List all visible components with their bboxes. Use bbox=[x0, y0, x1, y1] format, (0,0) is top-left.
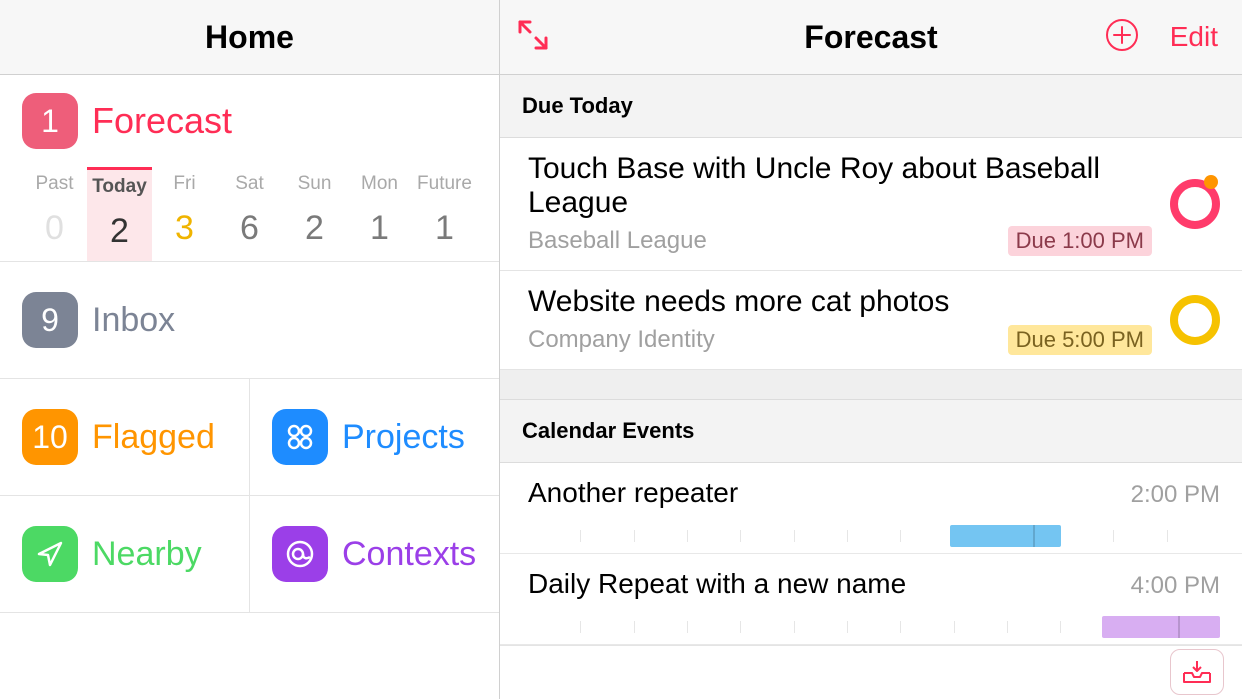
day-sat[interactable]: Sat 6 bbox=[217, 167, 282, 261]
task-project: Baseball League bbox=[528, 227, 707, 255]
forecast-day-strip: Past 0 Today 2 Fri 3 Sat 6 bbox=[22, 167, 477, 261]
section-gap bbox=[500, 370, 1242, 400]
day-sun[interactable]: Sun 2 bbox=[282, 167, 347, 261]
contexts-icon bbox=[272, 526, 328, 582]
contexts-label: Contexts bbox=[342, 535, 476, 574]
task-row[interactable]: Touch Base with Uncle Roy about Baseball… bbox=[500, 138, 1242, 271]
home-header: Home bbox=[0, 0, 499, 75]
day-count: 1 bbox=[347, 209, 412, 248]
inbox-tile[interactable]: 9 Inbox bbox=[0, 262, 499, 378]
day-past[interactable]: Past 0 bbox=[22, 167, 87, 261]
section-due-today: Due Today bbox=[500, 75, 1242, 138]
projects-icon bbox=[272, 409, 328, 465]
task-status-ring-icon[interactable] bbox=[1170, 179, 1220, 229]
task-body: Website needs more cat photos Company Id… bbox=[528, 285, 1152, 355]
bottom-toolbar bbox=[500, 645, 1242, 699]
event-timeline bbox=[528, 610, 1220, 644]
home-pane: Home 1 Forecast Past 0 Today 2 bbox=[0, 0, 500, 699]
task-title: Website needs more cat photos bbox=[528, 285, 1152, 319]
event-bar bbox=[1102, 616, 1220, 638]
add-button[interactable] bbox=[1104, 17, 1140, 58]
day-count: 2 bbox=[87, 212, 152, 251]
event-bar-marker bbox=[1178, 616, 1180, 638]
event-head: Daily Repeat with a new name 4:00 PM bbox=[528, 568, 1220, 600]
task-project: Company Identity bbox=[528, 326, 715, 354]
day-count: 1 bbox=[412, 209, 477, 248]
day-fri[interactable]: Fri 3 bbox=[152, 167, 217, 261]
edit-button[interactable]: Edit bbox=[1170, 21, 1218, 53]
task-meta: Company Identity Due 5:00 PM bbox=[528, 325, 1152, 355]
day-count: 0 bbox=[22, 209, 87, 248]
inbox-label: Inbox bbox=[92, 301, 175, 340]
event-bar-marker bbox=[1033, 525, 1035, 547]
app-root: Home 1 Forecast Past 0 Today 2 bbox=[0, 0, 1242, 699]
task-due-badge: Due 5:00 PM bbox=[1008, 325, 1152, 355]
day-count: 2 bbox=[282, 209, 347, 248]
day-name: Mon bbox=[347, 173, 412, 195]
task-body: Touch Base with Uncle Roy about Baseball… bbox=[528, 152, 1152, 256]
contexts-tile[interactable]: Contexts bbox=[249, 496, 499, 612]
day-count: 3 bbox=[152, 209, 217, 248]
day-name: Sat bbox=[217, 173, 282, 195]
day-mon[interactable]: Mon 1 bbox=[347, 167, 412, 261]
day-today[interactable]: Today 2 bbox=[87, 167, 152, 261]
forecast-content: Due Today Touch Base with Uncle Roy abou… bbox=[500, 75, 1242, 699]
nearby-tile[interactable]: Nearby bbox=[0, 496, 249, 612]
inbox-count-badge: 9 bbox=[22, 292, 78, 348]
section-calendar-events: Calendar Events bbox=[500, 400, 1242, 463]
task-status-ring-icon[interactable] bbox=[1170, 295, 1220, 345]
task-title: Touch Base with Uncle Roy about Baseball… bbox=[528, 152, 1152, 220]
event-timeline bbox=[528, 519, 1220, 553]
home-content: 1 Forecast Past 0 Today 2 Fri 3 bbox=[0, 75, 499, 699]
day-future[interactable]: Future 1 bbox=[412, 167, 477, 261]
forecast-header: Forecast Edit bbox=[500, 0, 1242, 75]
nearby-label: Nearby bbox=[92, 535, 202, 574]
expand-icon[interactable] bbox=[516, 18, 550, 57]
quick-entry-button[interactable] bbox=[1170, 649, 1224, 695]
task-row[interactable]: Website needs more cat photos Company Id… bbox=[500, 271, 1242, 370]
forecast-label: Forecast bbox=[92, 100, 232, 142]
event-bar bbox=[950, 525, 1061, 547]
day-name: Future bbox=[412, 173, 477, 195]
forecast-header-row: 1 Forecast bbox=[22, 93, 477, 149]
event-title: Daily Repeat with a new name bbox=[528, 568, 906, 600]
home-title: Home bbox=[0, 19, 499, 56]
forecast-tile[interactable]: 1 Forecast Past 0 Today 2 Fri 3 bbox=[0, 75, 499, 262]
event-time: 2:00 PM bbox=[1131, 481, 1220, 509]
day-name: Past bbox=[22, 173, 87, 195]
day-name: Fri bbox=[152, 173, 217, 195]
task-due-badge: Due 1:00 PM bbox=[1008, 226, 1152, 256]
day-name: Today bbox=[87, 176, 152, 198]
header-actions: Edit bbox=[1104, 17, 1218, 58]
event-head: Another repeater 2:00 PM bbox=[528, 477, 1220, 509]
event-time: 4:00 PM bbox=[1131, 572, 1220, 600]
flagged-count-badge: 10 bbox=[22, 409, 78, 465]
task-meta: Baseball League Due 1:00 PM bbox=[528, 226, 1152, 256]
event-row[interactable]: Daily Repeat with a new name 4:00 PM bbox=[500, 554, 1242, 645]
projects-tile[interactable]: Projects bbox=[249, 379, 499, 495]
day-name: Sun bbox=[282, 173, 347, 195]
forecast-count-badge: 1 bbox=[22, 93, 78, 149]
event-title: Another repeater bbox=[528, 477, 738, 509]
day-count: 6 bbox=[217, 209, 282, 248]
flagged-label: Flagged bbox=[92, 418, 215, 457]
forecast-pane: Forecast Edit Due Today Touch Base with … bbox=[500, 0, 1242, 699]
projects-label: Projects bbox=[342, 418, 465, 457]
nearby-icon bbox=[22, 526, 78, 582]
event-row[interactable]: Another repeater 2:00 PM bbox=[500, 463, 1242, 554]
flagged-tile[interactable]: 10 Flagged bbox=[0, 379, 249, 495]
